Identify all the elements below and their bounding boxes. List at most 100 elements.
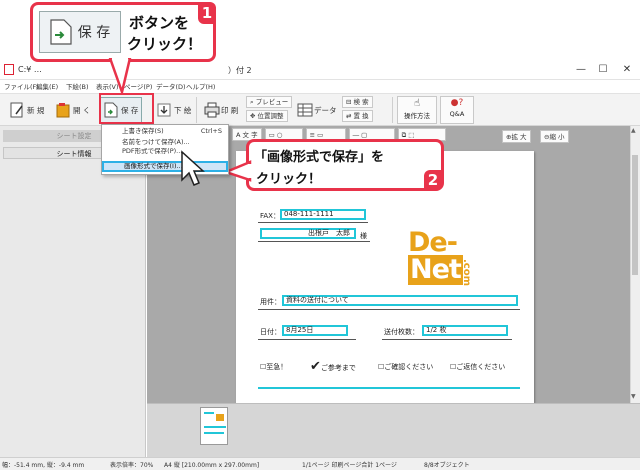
replace-button-label: 置 換 [353,112,369,120]
scrollbar-thumb[interactable] [632,155,638,275]
zoom-in-button[interactable]: ⊕拡 大 [502,130,531,143]
fax-number-field[interactable]: 048-111-1111 [280,209,366,220]
window-title-left: C:¥ … [18,65,42,74]
scroll-down-arrow-icon[interactable]: ▼ [631,393,636,400]
search-button[interactable]: ⊟ 検 索 [342,96,373,108]
thumbnail-logo-icon [216,414,224,421]
align-tool-icon: ≡ ▭ [309,131,324,139]
step2-text-line2: クリック！ [256,172,322,187]
message-area-top-border [258,387,520,389]
step1-pointer [108,58,132,94]
manual-button[interactable]: ☝ 操作方法 [397,96,437,124]
preview-icon: ⌕ [250,98,254,106]
menu-file[interactable]: ファイル(F) [4,81,39,91]
date-field[interactable]: 8月25日 [282,325,348,336]
zoom-in-label: 拡 大 [511,133,527,141]
recipient-field[interactable]: 出根戸 太郎 [260,228,356,239]
thumbnail-line-icon [204,426,226,428]
open-button-label: 開 く [73,105,91,115]
date-underline [258,339,356,340]
step1-text-line1: ボタンを [129,14,190,32]
recipient-name: 出根戸 太郎 [308,229,350,237]
status-paper-size: A4 縦 [210.00mm x 297.00mm] [164,462,260,469]
minimize-button[interactable]: — [570,63,592,77]
shape-tool-icon: ▭ ○ [268,131,283,139]
menu-underlay[interactable]: 下絵(B) [66,81,89,91]
save-button-highlight [99,93,154,124]
step2-number-badge: 2 [424,170,442,190]
pages-field[interactable]: 1/2 枚 [422,325,508,336]
check-item[interactable]: ☐ご返信ください [450,362,505,372]
check-label-reference: ご参考まで [320,364,356,372]
menu-help[interactable]: ヘルプ(H) [186,81,215,91]
search-button-label: 検 索 [353,98,369,106]
step1-save-button-image: 保 存 [39,11,121,53]
logo-text-bottom: Net [408,254,463,285]
logo-text-side: .com [461,259,472,287]
fax-underline [258,222,368,223]
replace-icon: ⇄ [346,112,352,120]
window-title-right: ）付 2 [228,66,252,75]
pages-underline [382,339,512,340]
open-button[interactable]: 開 く [52,97,94,123]
page-thumbnail[interactable] [200,407,228,445]
menu-item-save-as[interactable]: 名前をつけて保存(A)... [102,137,228,148]
maximize-button[interactable]: ☐ [592,63,614,77]
zoom-out-button[interactable]: ⊖縮 小 [540,130,569,143]
preview-button[interactable]: ⌕ プレビュー [246,96,293,108]
new-document-icon [10,102,24,118]
logo-text-top: De- [408,227,458,258]
mouse-cursor-icon [181,150,205,186]
subject-label: 用件： [260,298,281,306]
position-adjust-button[interactable]: ✥ 位置調整 [246,110,288,122]
new-button-label: 新 規 [27,105,45,115]
replace-button[interactable]: ⇄ 置 換 [342,110,373,122]
honorific-label: 様 [360,232,367,240]
menu-item-overwrite-save[interactable]: 上書き保存(S) Ctrl+S [102,126,228,137]
save-dropdown-menu: 上書き保存(S) Ctrl+S 名前をつけて保存(A)... PDF形式で保存(… [101,124,229,175]
underlay-button[interactable]: 下 絵 [153,97,195,123]
check-label-urgent: 至急！ [266,363,288,371]
line-tool-icon: ― ▢ [352,131,368,139]
check-item[interactable]: ☐ご確認ください [378,362,433,372]
check-label-reply: ご返信ください [456,363,506,371]
print-button[interactable]: 印 刷 [200,97,242,123]
position-adjust-icon: ✥ [250,112,256,120]
check-item[interactable]: ☐至急！ [260,362,287,372]
status-object-count: 8/8オブジェクト [424,462,470,469]
status-bar: 幅：-51.4 mm, 縦：-9.4 mm 表示倍率：70% A4 縦 [210… [0,457,640,470]
table-icon [297,102,313,118]
new-button[interactable]: 新 規 [6,97,48,123]
menu-edit[interactable]: 編集(E) [36,81,58,91]
arrange-tool-icon: ⧉ ⬚ [401,131,415,139]
subject-field[interactable]: 資料の送付について [282,295,518,306]
step1-callout: 保 存 ボタンを クリック！ [30,2,216,62]
manual-button-label: 操作方法 [404,112,430,120]
close-button[interactable]: ✕ [616,63,638,77]
qa-button[interactable]: ●? Q&A [440,96,474,124]
overwrite-save-shortcut: Ctrl+S [200,127,222,135]
check-item[interactable]: ✔ご参考まで [310,359,356,374]
menu-item-save-pdf[interactable]: PDF形式で保存(P)... [102,148,228,154]
zoom-out-label: 縮 小 [549,133,565,141]
qa-button-label: Q&A [449,110,465,118]
date-label: 日付： [260,328,281,336]
preview-button-label: プレビュー [255,98,289,106]
data-button[interactable]: データ [293,97,341,123]
printer-icon [204,102,220,118]
company-logo: De- Net .com [404,229,490,291]
status-page-count: 1/1ページ 印刷ページ合計 1ページ [302,462,397,469]
step2-pointer [226,160,252,182]
scroll-up-arrow-icon[interactable]: ▲ [631,127,636,134]
open-folder-icon [56,102,70,118]
qa-bubble-icon: ●? [450,98,464,108]
menu-data[interactable]: データ(D) [156,81,186,91]
data-button-label: データ [314,105,337,115]
thumbnail-line-icon [204,412,214,414]
step1-number-badge: 1 [198,2,216,24]
toolbar-separator [392,97,393,123]
step2-text-line1: 「画像形式で保存」を [254,150,385,165]
status-coordinates: 幅：-51.4 mm, 縦：-9.4 mm [2,462,85,469]
menu-item-save-image[interactable]: 画像形式で保存(I)... [102,161,228,172]
pages-label: 送付枚数： [384,328,419,336]
